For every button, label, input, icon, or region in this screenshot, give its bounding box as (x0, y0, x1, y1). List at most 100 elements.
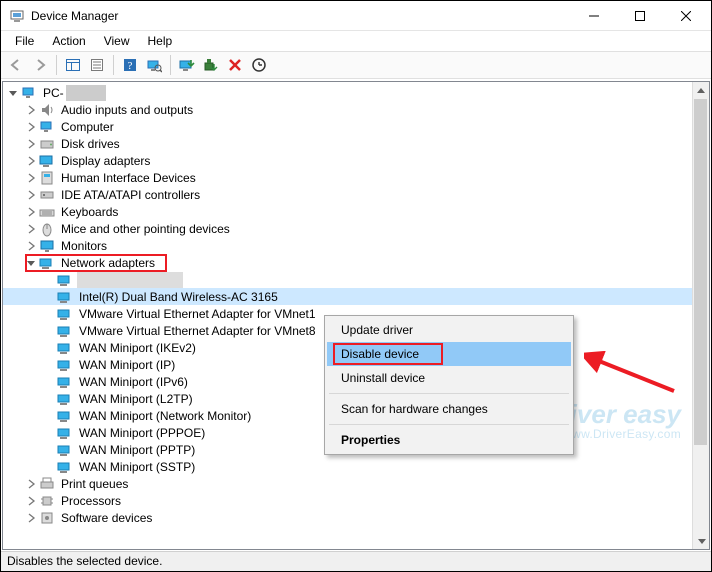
chevron-right-icon[interactable] (25, 478, 37, 490)
back-button[interactable] (5, 54, 27, 76)
category-icon (39, 476, 55, 492)
cm-scan-hardware[interactable]: Scan for hardware changes (327, 397, 571, 421)
category-label: IDE ATA/ATAPI controllers (59, 187, 202, 203)
chevron-right-icon[interactable] (25, 189, 37, 201)
scroll-thumb[interactable] (694, 99, 707, 445)
category-label: Audio inputs and outputs (59, 102, 195, 118)
app-icon (9, 8, 25, 24)
device-row[interactable]: Intel(R) Dual Band Wireless-AC 3165 (3, 288, 709, 305)
device-row[interactable]: WAN Miniport (SSTP) (3, 458, 709, 475)
network-adapter-icon (57, 323, 73, 339)
network-adapter-icon (57, 425, 73, 441)
category-row[interactable]: Computer (3, 118, 709, 135)
network-adapter-icon (57, 306, 73, 322)
menu-file[interactable]: File (7, 32, 42, 50)
cm-update-driver[interactable]: Update driver (327, 318, 571, 342)
chevron-right-icon[interactable] (25, 104, 37, 116)
cm-separator (329, 393, 569, 394)
menu-action[interactable]: Action (44, 32, 93, 50)
network-adapter-icon (57, 459, 73, 475)
maximize-button[interactable] (617, 1, 663, 30)
tree-root[interactable]: PC- xx (3, 84, 709, 101)
category-network-adapters[interactable]: Network adapters (3, 254, 709, 271)
chevron-right-icon[interactable] (25, 172, 37, 184)
network-adapter-icon (57, 357, 73, 373)
close-button[interactable] (663, 1, 709, 30)
show-hide-console-icon[interactable] (62, 54, 84, 76)
chevron-right-icon[interactable] (25, 206, 37, 218)
device-label: WAN Miniport (SSTP) (77, 459, 197, 475)
cm-uninstall-device[interactable]: Uninstall device (327, 366, 571, 390)
context-menu: Update driver Disable device Uninstall d… (324, 315, 574, 455)
category-row[interactable]: Audio inputs and outputs (3, 101, 709, 118)
category-label: Disk drives (59, 136, 122, 152)
category-row[interactable]: Print queues (3, 475, 709, 492)
svg-text:?: ? (128, 60, 133, 72)
enable-device-icon[interactable] (248, 54, 270, 76)
device-label: WAN Miniport (IP) (77, 357, 177, 373)
device-label: Intel(R) Dual Band Wireless-AC 3165 (77, 289, 280, 305)
cm-separator (329, 424, 569, 425)
minimize-button[interactable] (571, 1, 617, 30)
category-label: Print queues (59, 476, 130, 492)
category-row[interactable]: IDE ATA/ATAPI controllers (3, 186, 709, 203)
disable-device-icon[interactable] (224, 54, 246, 76)
network-adapter-icon (57, 340, 73, 356)
category-row[interactable]: Monitors (3, 237, 709, 254)
menu-view[interactable]: View (96, 32, 138, 50)
category-row[interactable]: Disk drives (3, 135, 709, 152)
device-row[interactable]: xxxxxxxxxxxxxx (3, 271, 709, 288)
category-icon (39, 493, 55, 509)
chevron-down-icon[interactable] (7, 87, 19, 99)
scroll-up-button[interactable] (693, 82, 709, 99)
category-row[interactable]: Mice and other pointing devices (3, 220, 709, 237)
chevron-right-icon[interactable] (25, 495, 37, 507)
scroll-down-button[interactable] (693, 532, 710, 549)
chevron-down-icon[interactable] (25, 257, 37, 269)
device-label: WAN Miniport (IKEv2) (77, 340, 198, 356)
chevron-right-icon[interactable] (25, 138, 37, 150)
device-label: WAN Miniport (PPPOE) (77, 425, 207, 441)
category-icon (39, 136, 55, 152)
category-label: Network adapters (59, 255, 157, 271)
category-row[interactable]: Display adapters (3, 152, 709, 169)
scrollbar[interactable] (692, 82, 709, 549)
cm-properties[interactable]: Properties (327, 428, 571, 452)
category-label: Mice and other pointing devices (59, 221, 232, 237)
update-driver-icon[interactable] (176, 54, 198, 76)
device-label: WAN Miniport (Network Monitor) (77, 408, 253, 424)
network-adapter-icon (57, 374, 73, 390)
uninstall-device-icon[interactable] (200, 54, 222, 76)
chevron-right-icon[interactable] (25, 121, 37, 133)
scan-hardware-icon[interactable] (143, 54, 165, 76)
category-label: Display adapters (59, 153, 152, 169)
category-icon (39, 102, 55, 118)
category-label: Software devices (59, 510, 154, 526)
network-adapter-icon (57, 289, 73, 305)
cm-disable-device[interactable]: Disable device (327, 342, 571, 366)
category-label: Keyboards (59, 204, 120, 220)
category-icon (39, 170, 55, 186)
category-row[interactable]: Processors (3, 492, 709, 509)
menubar: File Action View Help (1, 31, 711, 51)
network-adapter-icon (39, 255, 55, 271)
chevron-right-icon[interactable] (25, 240, 37, 252)
help-icon[interactable]: ? (119, 54, 141, 76)
tree-root-label: PC- (41, 85, 66, 101)
forward-button[interactable] (29, 54, 51, 76)
chevron-right-icon[interactable] (25, 155, 37, 167)
category-icon (39, 119, 55, 135)
category-row[interactable]: Software devices (3, 509, 709, 526)
network-adapter-icon (57, 272, 73, 288)
device-label: WAN Miniport (L2TP) (77, 391, 195, 407)
chevron-right-icon[interactable] (25, 223, 37, 235)
device-label: WAN Miniport (IPv6) (77, 374, 190, 390)
properties-icon[interactable] (86, 54, 108, 76)
chevron-right-icon[interactable] (25, 512, 37, 524)
category-icon (39, 187, 55, 203)
category-icon (39, 153, 55, 169)
menu-help[interactable]: Help (140, 32, 181, 50)
category-label: Computer (59, 119, 116, 135)
category-row[interactable]: Keyboards (3, 203, 709, 220)
category-row[interactable]: Human Interface Devices (3, 169, 709, 186)
